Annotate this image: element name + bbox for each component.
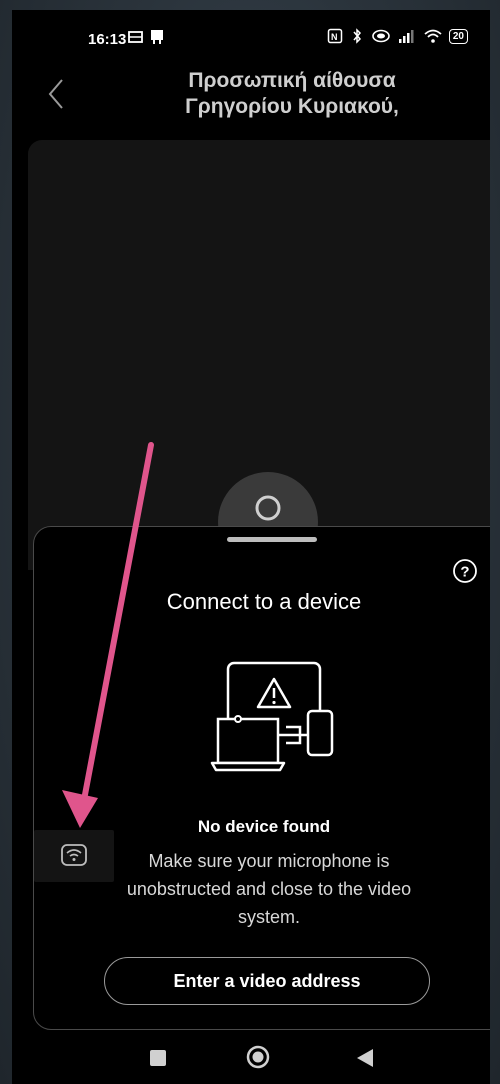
sheet-drag-handle[interactable] [227, 537, 317, 542]
sim-icon [151, 30, 163, 44]
gallery-icon [128, 31, 143, 43]
meeting-title: Προσωπική αίθουσα Γρηγορίου Κυριακού, [152, 68, 432, 120]
bluetooth-icon [353, 28, 361, 44]
status-left-icons [128, 29, 164, 45]
nav-back-button[interactable] [356, 1048, 374, 1068]
meeting-header: Προσωπική αίθουσα Γρηγορίου Κυριακού, [12, 68, 490, 138]
earbuds-icon [372, 29, 390, 43]
nfc-icon: N [327, 28, 343, 44]
question-circle-icon[interactable]: ? [452, 558, 478, 584]
connect-device-sheet: ? Connect to a device No device found Ma… [33, 526, 490, 1030]
no-device-description: Make sure your microphone is unobstructe… [126, 851, 412, 927]
chevron-left-icon[interactable] [48, 78, 64, 110]
devices-warning-icon [210, 661, 334, 772]
enter-video-address-button[interactable]: Enter a video address [104, 957, 430, 1005]
svg-text:N: N [331, 32, 338, 42]
svg-text:?: ? [460, 564, 469, 581]
proximity-wifi-icon [61, 844, 87, 866]
signal-icon [398, 30, 414, 43]
meeting-title-line2: Γρηγορίου Κυριακού, [185, 95, 399, 118]
wifi-icon [424, 29, 442, 43]
battery-indicator: 20 [448, 28, 468, 44]
sheet-title: Connect to a device [166, 589, 362, 614]
status-bar: 16:13 N 20 [12, 10, 490, 70]
home-button[interactable] [246, 1045, 270, 1069]
proximity-button[interactable] [34, 830, 114, 882]
app-screen: 16:13 N 20 Προσωπική αίθουσα Γρηγορίου Κ… [12, 10, 490, 1084]
status-right-icons: N 20 [327, 28, 468, 44]
recents-button[interactable] [150, 1050, 166, 1066]
meeting-title-line1: Προσωπική αίθουσα [188, 69, 396, 92]
system-nav-bar [12, 1040, 490, 1084]
status-time: 16:13 [88, 31, 127, 48]
